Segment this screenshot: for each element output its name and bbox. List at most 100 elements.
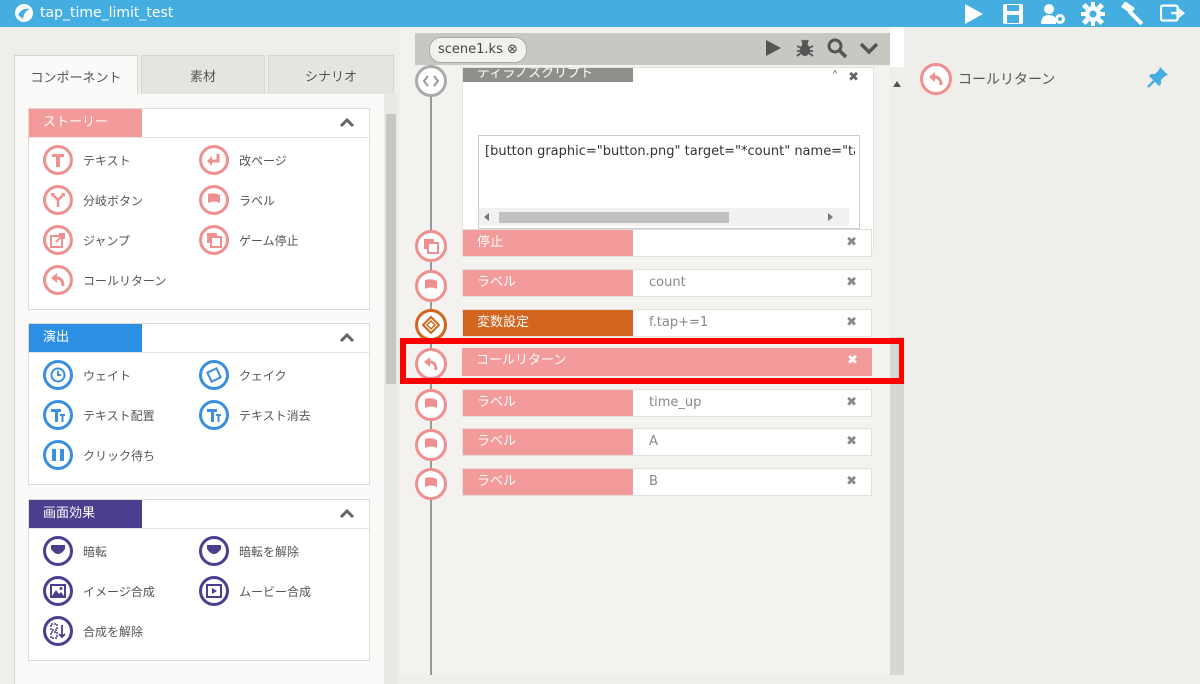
- tab-scenario[interactable]: シナリオ: [268, 55, 394, 94]
- section-story: ストーリー テキスト 改ページ 分岐ボタン ラベル ジャンプ ゲーム停止 コール…: [28, 108, 370, 310]
- play-icon[interactable]: [960, 2, 986, 26]
- app-title: tap_time_limit_test: [40, 5, 174, 21]
- close-icon[interactable]: ✖: [846, 469, 857, 495]
- flag-icon: [415, 389, 447, 421]
- pause-icon: [43, 440, 73, 470]
- text-icon: [43, 145, 73, 175]
- close-icon[interactable]: ✖: [846, 230, 857, 256]
- component-wait[interactable]: ウェイト: [43, 360, 131, 390]
- chevron-up-icon[interactable]: [339, 508, 355, 518]
- text-position-icon: [43, 400, 73, 430]
- component-quake[interactable]: クェイク: [199, 360, 287, 390]
- flag-icon: [415, 429, 447, 461]
- save-icon[interactable]: [1000, 2, 1026, 26]
- chevron-down-icon[interactable]: [858, 37, 880, 59]
- component-text[interactable]: テキスト: [43, 145, 131, 175]
- scroll-up-icon[interactable]: [893, 81, 901, 87]
- left-panel: コンポーネント 素材 シナリオ ストーリー テキスト 改ページ 分岐ボタン ラベ…: [0, 27, 400, 684]
- close-icon[interactable]: ✖: [846, 310, 857, 336]
- branch-icon: [43, 185, 73, 215]
- component-composite-release[interactable]: 合成を解除: [43, 616, 143, 646]
- return-icon: [43, 265, 73, 295]
- close-icon[interactable]: ✖: [846, 270, 857, 296]
- section-effect-label: 演出: [29, 324, 142, 352]
- pin-icon[interactable]: [1146, 65, 1170, 89]
- film-icon: [199, 576, 229, 606]
- component-branch-button[interactable]: 分岐ボタン: [43, 185, 143, 215]
- return-arrow-icon: [199, 145, 229, 175]
- component-jump[interactable]: ジャンプ: [43, 225, 130, 255]
- flag-icon: [415, 270, 447, 302]
- component-movie-composite[interactable]: ムービー合成: [199, 576, 311, 606]
- scroll-left-icon[interactable]: [484, 213, 490, 221]
- timeline-row-stop[interactable]: 停止 ✖: [462, 229, 872, 257]
- scene-toolbar: scene1.ks ⊗: [415, 33, 890, 65]
- bug-icon[interactable]: [794, 37, 816, 59]
- image-icon: [43, 576, 73, 606]
- component-text-clear[interactable]: テキスト消去: [199, 400, 311, 430]
- timeline-row-label-count[interactable]: ラベル count ✖: [462, 269, 872, 297]
- component-label[interactable]: ラベル: [199, 185, 275, 215]
- gear-icon[interactable]: [1080, 1, 1106, 26]
- code-text: [button graphic="button.png" target="*co…: [485, 144, 855, 159]
- shake-icon: [199, 360, 229, 390]
- text-clear-icon: [199, 400, 229, 430]
- variable-icon: [415, 309, 447, 341]
- collapse-icon[interactable]: ˄: [832, 70, 839, 85]
- title-bar: tap_time_limit_test: [0, 0, 1200, 27]
- section-screen-effect: 画面効果 暗転 暗転を解除 イメージ合成 ムービー合成 合成を解除: [28, 499, 370, 661]
- close-tab-icon[interactable]: ⊗: [507, 42, 518, 57]
- chevron-up-icon[interactable]: [339, 117, 355, 127]
- timeline-row-variable[interactable]: 変数設定 f.tap+=1 ✖: [462, 309, 872, 337]
- component-blackout[interactable]: 暗転: [43, 536, 107, 566]
- search-icon[interactable]: [826, 37, 848, 59]
- tyrano-script-label: ティラノスクリプト: [463, 68, 633, 82]
- component-game-stop[interactable]: ゲーム停止: [199, 225, 299, 255]
- scene-tab[interactable]: scene1.ks ⊗: [429, 37, 527, 63]
- curtain-open-icon: [199, 536, 229, 566]
- hammer-icon[interactable]: [1120, 1, 1146, 26]
- close-icon[interactable]: ✖: [848, 70, 859, 85]
- left-scrollbar[interactable]: [384, 94, 398, 684]
- highlight-frame: [400, 338, 905, 384]
- timeline-row-label-a[interactable]: ラベル A ✖: [462, 428, 872, 456]
- jump-icon: [43, 225, 73, 255]
- property-panel: コールリターン: [904, 27, 1200, 675]
- timeline-row-label-b[interactable]: ラベル B ✖: [462, 468, 872, 496]
- curtain-icon: [43, 536, 73, 566]
- flag-icon: [415, 468, 447, 500]
- component-call-return[interactable]: コールリターン: [43, 265, 166, 295]
- tab-components[interactable]: コンポーネント: [14, 55, 138, 96]
- tyrano-script-block[interactable]: ティラノスクリプト ˄ ✖ [button graphic="button.pn…: [462, 67, 874, 251]
- component-text-position[interactable]: テキスト配置: [43, 400, 155, 430]
- close-icon[interactable]: ✖: [846, 390, 857, 416]
- app-logo-icon: [15, 4, 33, 22]
- timeline-row-label-time-up[interactable]: ラベル time_up ✖: [462, 389, 872, 417]
- play-icon[interactable]: [764, 37, 784, 59]
- stop-window-icon: [199, 225, 229, 255]
- component-blackout-release[interactable]: 暗転を解除: [199, 536, 299, 566]
- property-title: コールリターン: [958, 72, 1056, 88]
- scroll-right-icon[interactable]: [827, 213, 833, 221]
- clock-icon: [43, 360, 73, 390]
- component-click-wait[interactable]: クリック待ち: [43, 440, 155, 470]
- code-hscroll[interactable]: [479, 208, 849, 226]
- component-image-composite[interactable]: イメージ合成: [43, 576, 155, 606]
- component-list: ストーリー テキスト 改ページ 分岐ボタン ラベル ジャンプ ゲーム停止 コール…: [14, 94, 385, 684]
- chevron-up-icon[interactable]: [339, 332, 355, 342]
- section-story-label: ストーリー: [29, 109, 142, 137]
- flag-icon: [199, 185, 229, 215]
- script-icon: [415, 65, 447, 97]
- section-effect: 演出 ウェイト クェイク テキスト配置 テキスト消去 クリック待ち: [28, 323, 370, 485]
- close-icon[interactable]: ✖: [846, 429, 857, 455]
- code-editor[interactable]: [button graphic="button.png" target="*co…: [478, 135, 860, 229]
- user-settings-icon[interactable]: [1040, 2, 1066, 26]
- tab-assets[interactable]: 素材: [141, 55, 265, 94]
- stop-window-icon: [415, 230, 447, 262]
- return-icon: [920, 63, 952, 95]
- export-icon[interactable]: [1160, 2, 1186, 26]
- scenario-editor: ティラノスクリプト ˄ ✖ [button graphic="button.pn…: [400, 27, 905, 675]
- component-newpage[interactable]: 改ページ: [199, 145, 287, 175]
- section-screen-label: 画面効果: [29, 500, 142, 528]
- composite-release-icon: [43, 616, 73, 646]
